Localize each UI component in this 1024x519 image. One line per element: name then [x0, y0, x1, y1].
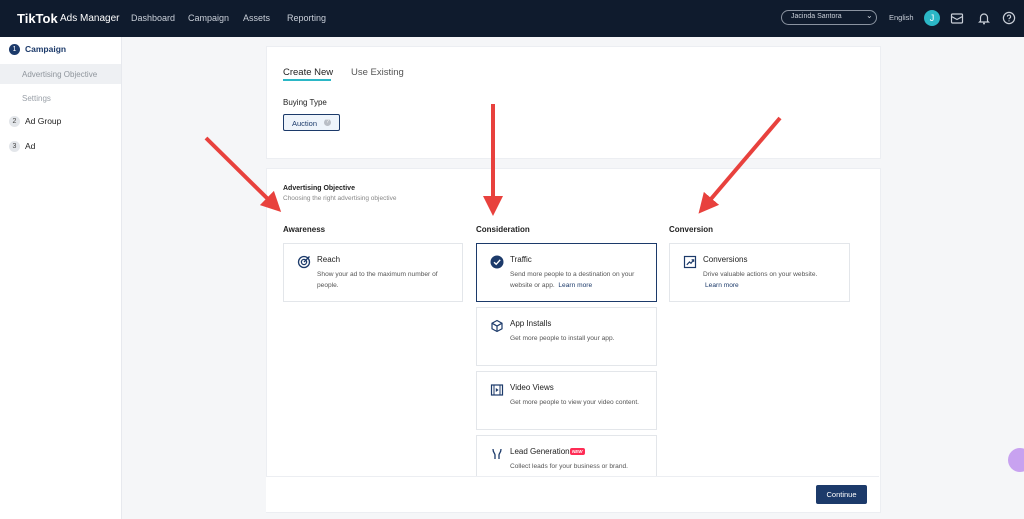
sidebar-item-label: Advertising Objective [22, 70, 98, 79]
chat-widget-icon[interactable] [1008, 448, 1024, 472]
bell-icon[interactable] [976, 10, 992, 26]
objective-subtitle: Choosing the right advertising objective [283, 195, 397, 202]
target-icon [297, 255, 311, 269]
tab-use-existing[interactable]: Use Existing [351, 67, 404, 78]
auction-button[interactable]: Auction ? [283, 114, 340, 131]
chevron-down-icon: ⌄ [866, 11, 873, 20]
column-consideration: Consideration [476, 225, 530, 234]
step-label: Campaign [25, 44, 67, 54]
auction-label: Auction [292, 119, 318, 128]
objective-title: Conversions [703, 255, 748, 264]
brand-subtitle: Ads Manager [60, 13, 120, 24]
objective-desc: Get more people to view your video conte… [510, 399, 640, 406]
sidebar-item-settings[interactable]: Settings [0, 88, 121, 108]
objective-title: Video Views [510, 383, 554, 392]
sidebar: 1 Campaign Advertising Objective Settings… [0, 37, 122, 519]
objective-app-installs[interactable]: App Installs Get more people to install … [476, 307, 657, 366]
objective-desc: Collect leads for your business or brand… [510, 463, 629, 470]
learn-more-link[interactable]: Learn more [705, 282, 739, 289]
objective-title: Traffic [510, 255, 532, 264]
objective-title: Advertising Objective [283, 185, 355, 192]
active-tab-indicator [283, 79, 331, 81]
objective-video-views[interactable]: Video Views Get more people to view your… [476, 371, 657, 430]
trend-chart-icon [683, 255, 697, 269]
sidebar-step-ad[interactable]: 3 Ad [9, 141, 36, 153]
nav-campaign[interactable]: Campaign [188, 13, 229, 23]
column-awareness: Awareness [283, 225, 326, 234]
new-badge: NEW [570, 448, 585, 455]
step-number: 1 [9, 44, 20, 56]
continue-button[interactable]: Continue [816, 485, 867, 504]
objective-desc: Show your ad to the maximum number of pe… [317, 271, 438, 289]
sidebar-step-ad-group[interactable]: 2 Ad Group [9, 116, 62, 128]
learn-more-link[interactable]: Learn more [558, 282, 592, 289]
mail-icon[interactable] [949, 10, 965, 26]
objective-desc: Send more people to a destination on you… [510, 269, 650, 291]
check-circle-icon [490, 255, 504, 269]
avatar[interactable]: J [924, 10, 940, 26]
objective-desc: Drive valuable actions on your website. L… [703, 269, 843, 291]
step-label: Ad [25, 141, 36, 151]
sidebar-item-advertising-objective[interactable]: Advertising Objective [0, 64, 121, 84]
sidebar-item-label: Settings [22, 94, 51, 103]
step-number: 3 [9, 141, 20, 153]
cube-icon [491, 319, 503, 333]
buying-type-label: Buying Type [283, 98, 327, 107]
objective-desc: Get more people to install your app. [510, 335, 615, 342]
objective-conversions[interactable]: Conversions Drive valuable actions on yo… [669, 243, 850, 302]
objective-lead-generation[interactable]: Lead Generation NEW Collect leads for yo… [476, 435, 657, 476]
language-selector[interactable]: English [889, 13, 914, 22]
objective-title: App Installs [510, 319, 552, 328]
top-bar: TikTok Ads Manager Dashboard Campaign As… [0, 0, 1024, 37]
film-icon [490, 384, 504, 396]
arrow-awareness [204, 136, 282, 213]
brand-logo[interactable]: TikTok [17, 11, 58, 26]
nav-dashboard[interactable]: Dashboard [131, 13, 175, 23]
tab-create-new[interactable]: Create New [283, 67, 333, 78]
objective-title: Reach [317, 255, 341, 264]
objective-title: Lead Generation [510, 447, 570, 456]
sidebar-step-campaign[interactable]: 1 Campaign [9, 44, 67, 56]
account-switcher[interactable]: Jacinda Santora ⌄ [781, 10, 877, 25]
step-number: 2 [9, 116, 20, 128]
objective-desc-text: Drive valuable actions on your website. [703, 271, 818, 278]
help-icon[interactable] [1001, 10, 1017, 26]
footer-bar: Continue [266, 476, 879, 512]
objective-reach[interactable]: Reach Show your ad to the maximum number… [283, 243, 463, 302]
account-name: Jacinda Santora [791, 13, 842, 20]
nav-assets[interactable]: Assets [243, 13, 270, 23]
step-label: Ad Group [25, 116, 62, 126]
funnel-icon [492, 448, 502, 459]
info-icon[interactable]: ? [324, 119, 331, 126]
objective-traffic[interactable]: Traffic Send more people to a destinatio… [476, 243, 657, 302]
column-conversion: Conversion [669, 225, 714, 234]
campaign-setup-card [266, 46, 881, 159]
nav-reporting[interactable]: Reporting [287, 13, 326, 23]
